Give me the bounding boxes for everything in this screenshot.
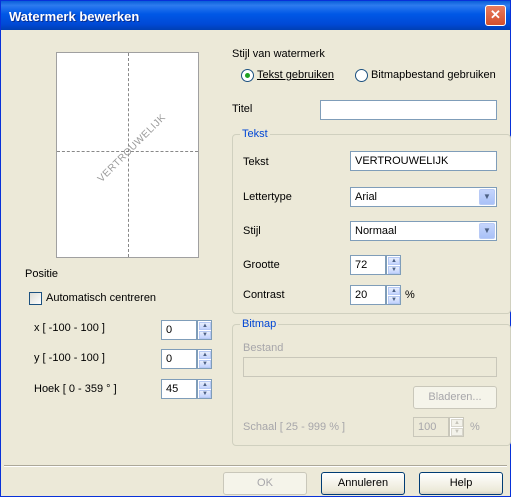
- font-select[interactable]: Arial ▼: [350, 187, 497, 207]
- auto-center-checkbox[interactable]: [29, 292, 42, 305]
- title-input[interactable]: [320, 100, 497, 120]
- bitmap-group-legend: Bitmap: [240, 318, 279, 330]
- dialog-window: Watermerk bewerken ✕ VERTROUWELIJK Stijl…: [0, 0, 511, 497]
- close-icon: ✕: [490, 7, 501, 22]
- angle-input[interactable]: 45: [161, 379, 197, 399]
- radio-bitmap[interactable]: [355, 69, 368, 82]
- bottom-separator: [4, 465, 507, 467]
- chevron-down-icon[interactable]: ▼: [479, 223, 495, 239]
- style-select[interactable]: Normaal ▼: [350, 221, 497, 241]
- angle-spinner[interactable]: ▲ ▼: [197, 379, 212, 399]
- spin-down-icon[interactable]: ▼: [451, 428, 463, 436]
- position-heading: Positie: [25, 268, 59, 280]
- contrast-unit: %: [405, 289, 415, 301]
- help-button[interactable]: Help: [419, 472, 503, 495]
- angle-label: Hoek [ 0 - 359 ° ]: [34, 383, 117, 395]
- scale-spinner[interactable]: ▲ ▼: [449, 417, 464, 437]
- style-select-value: Normaal: [355, 225, 397, 237]
- spin-up-icon[interactable]: ▲: [388, 257, 400, 265]
- spin-up-icon[interactable]: ▲: [199, 381, 211, 389]
- y-spinner[interactable]: ▲ ▼: [197, 349, 212, 369]
- spin-down-icon[interactable]: ▼: [199, 390, 211, 398]
- text-input[interactable]: VERTROUWELIJK: [350, 151, 497, 171]
- x-input[interactable]: 0: [161, 320, 197, 340]
- title-bar[interactable]: Watermerk bewerken ✕: [1, 1, 510, 30]
- title-label: Titel: [232, 103, 253, 115]
- scale-label: Schaal [ 25 - 999 % ]: [243, 421, 346, 433]
- chevron-down-icon[interactable]: ▼: [479, 189, 495, 205]
- font-label: Lettertype: [243, 191, 292, 203]
- scale-unit: %: [470, 421, 480, 433]
- contrast-input[interactable]: 20: [350, 285, 386, 305]
- y-label: y [ -100 - 100 ]: [34, 352, 105, 364]
- spin-up-icon[interactable]: ▲: [199, 351, 211, 359]
- file-input[interactable]: [243, 357, 497, 377]
- style-label: Stijl: [243, 225, 261, 237]
- spin-down-icon[interactable]: ▼: [388, 296, 400, 304]
- dialog-body: VERTROUWELIJK Stijl van watermerk Tekst …: [4, 30, 511, 495]
- y-input[interactable]: 0: [161, 349, 197, 369]
- spin-up-icon[interactable]: ▲: [388, 287, 400, 295]
- preview-watermark-text: VERTROUWELIJK: [95, 112, 169, 185]
- radio-selected-dot: [245, 73, 250, 78]
- close-button[interactable]: ✕: [485, 5, 506, 26]
- text-label: Tekst: [243, 156, 269, 168]
- size-spinner[interactable]: ▲ ▼: [386, 255, 401, 275]
- radio-bitmap-label[interactable]: Bitmapbestand gebruiken: [371, 69, 496, 81]
- ok-button[interactable]: OK: [223, 472, 307, 495]
- size-label: Grootte: [243, 259, 280, 271]
- file-label: Bestand: [243, 342, 284, 354]
- spin-up-icon[interactable]: ▲: [199, 322, 211, 330]
- spin-up-icon[interactable]: ▲: [451, 419, 463, 427]
- contrast-spinner[interactable]: ▲ ▼: [386, 285, 401, 305]
- size-input[interactable]: 72: [350, 255, 386, 275]
- browse-button[interactable]: Bladeren...: [413, 386, 497, 409]
- cancel-button[interactable]: Annuleren: [321, 472, 405, 495]
- radio-text[interactable]: [241, 69, 254, 82]
- x-label: x [ -100 - 100 ]: [34, 322, 105, 334]
- auto-center-label[interactable]: Automatisch centreren: [46, 292, 156, 304]
- scale-input[interactable]: 100: [413, 417, 449, 437]
- contrast-label: Contrast: [243, 289, 285, 301]
- spin-down-icon[interactable]: ▼: [388, 266, 400, 274]
- spin-down-icon[interactable]: ▼: [199, 360, 211, 368]
- radio-text-label[interactable]: Tekst gebruiken: [257, 69, 334, 81]
- x-spinner[interactable]: ▲ ▼: [197, 320, 212, 340]
- window-title: Watermerk bewerken: [9, 9, 140, 24]
- watermark-preview: VERTROUWELIJK: [56, 52, 199, 258]
- spin-down-icon[interactable]: ▼: [199, 331, 211, 339]
- text-group-legend: Tekst: [240, 128, 270, 140]
- style-heading: Stijl van watermerk: [232, 48, 325, 60]
- font-select-value: Arial: [355, 191, 378, 203]
